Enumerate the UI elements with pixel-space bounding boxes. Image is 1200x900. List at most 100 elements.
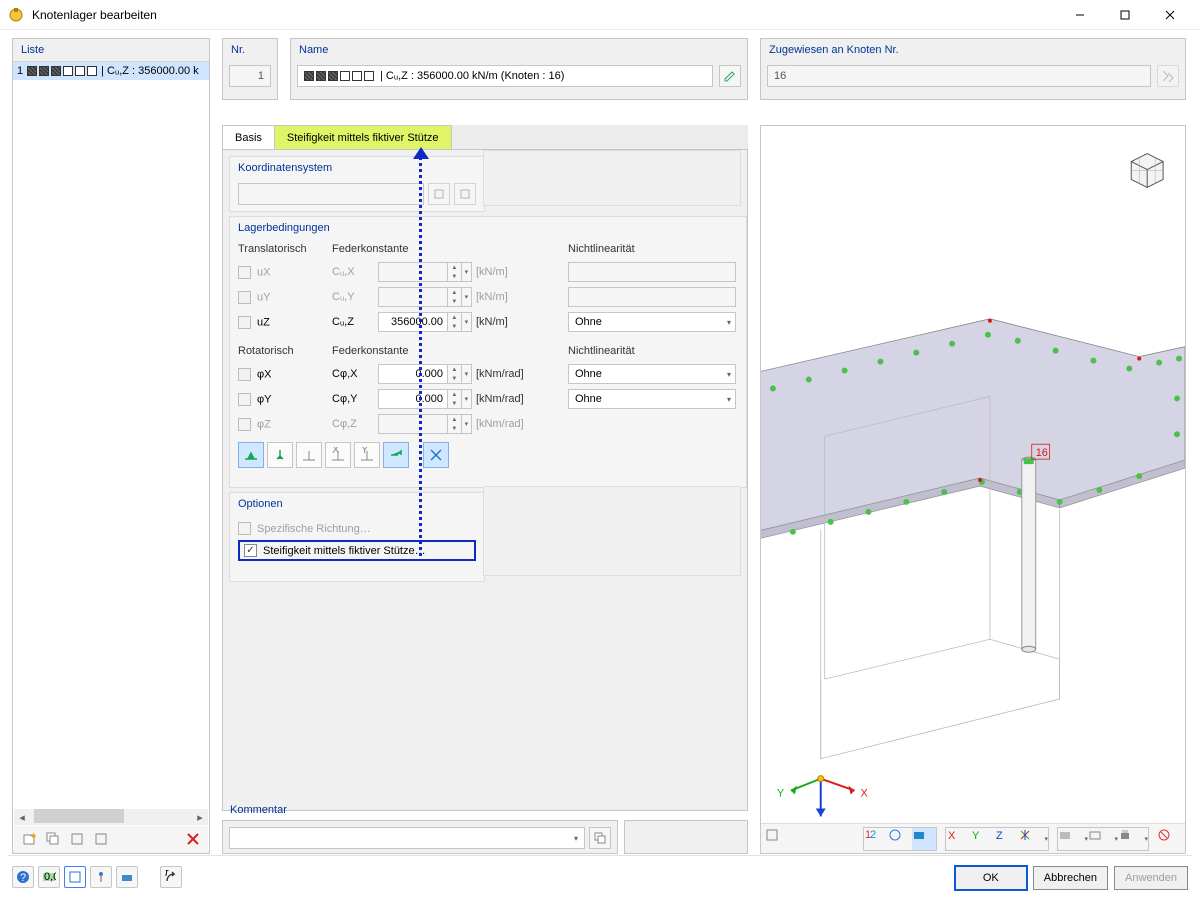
preview-toolbar: 12 X Y Z ▾ ▾ ▾ ▾ [761,823,1185,853]
axis-x-button[interactable]: X [946,828,970,850]
checkbox-ux[interactable] [238,266,251,279]
node-label: 16 [1036,447,1048,459]
footer-units-button[interactable]: 0,00 [38,866,60,888]
view-cube-icon [1131,154,1163,188]
list-scrollbar-horizontal[interactable]: ◂ ▸ [14,809,208,825]
tool-button-4[interactable] [90,828,112,850]
coord-right-pane [483,150,741,206]
view-style-2[interactable]: ▾ [1088,828,1118,850]
nonlin-px[interactable]: Ohne▾ [568,364,736,384]
comment-library-button[interactable] [589,827,611,849]
pick-node-button[interactable] [1157,65,1179,87]
center-panel: Koordinatensystem Lagerbedingungen Trans… [222,149,748,811]
comment-aux-pane [624,820,748,854]
window-minimize-button[interactable] [1057,0,1102,30]
comment-label: Kommentar [230,804,287,816]
new-item-button[interactable]: ✦ [18,828,40,850]
axis-z-button[interactable]: Z [994,828,1018,850]
window-maximize-button[interactable] [1102,0,1147,30]
options-group: Optionen Spezifische Richtung… Steifigke… [229,492,485,582]
coord-system-group: Koordinatensystem [229,156,485,212]
support-icon-6[interactable] [383,442,409,468]
ok-button[interactable]: OK [955,866,1027,890]
name-field[interactable]: | Cᵤ,Z : 356000.00 kN/m (Knoten : 16) [297,65,713,87]
checkbox-uy[interactable] [238,291,251,304]
list-header: Liste [13,39,209,62]
tool-button-3[interactable] [66,828,88,850]
nr-value[interactable]: 1 [229,65,271,87]
nonlin-uz[interactable]: Ohne▾ [568,312,736,332]
coord-system-select[interactable] [238,183,424,205]
assigned-field[interactable]: 16 [767,65,1151,87]
svg-text:X: X [948,830,956,842]
print-button[interactable]: ▾ [1118,828,1148,850]
spinner-ux[interactable]: ▲▼ [447,262,462,282]
axis-iso-button[interactable]: ▾ [1018,828,1048,850]
nonlin-ux[interactable] [568,262,736,282]
edit-name-button[interactable] [719,65,741,87]
svg-text:X: X [861,788,869,800]
footer-tool-5[interactable] [116,866,138,888]
footer-tool-3[interactable] [64,866,86,888]
support-icon-7[interactable] [423,442,449,468]
axis-y-button[interactable]: Y [970,828,994,850]
input-uz[interactable]: 356000.00 [378,312,448,332]
copy-item-button[interactable] [42,828,64,850]
options-right-pane [483,486,741,576]
tab-stiffness[interactable]: Steifigkeit mittels fiktiver Stütze [274,125,452,149]
svg-text:?: ? [20,872,26,884]
support-icon-2[interactable] [267,442,293,468]
svg-text:Y: Y [361,447,369,456]
name-label: Name [291,39,747,61]
list-item[interactable]: 1 | Cᵤ,Z : 356000.00 k [13,62,209,80]
svg-text:Z: Z [996,830,1003,842]
annotation-arrow-head [413,147,429,159]
input-py[interactable]: 0.000 [378,389,448,409]
preview-reset-button[interactable] [1157,828,1181,850]
tabs-bar: Basis Steifigkeit mittels fiktiver Stütz… [222,125,748,149]
footer-tool-4[interactable] [90,866,112,888]
input-pz[interactable] [378,414,448,434]
svg-text:X: X [332,447,340,456]
preview-display-1[interactable]: 12 [864,828,888,850]
footer-help-button[interactable]: ? [12,866,34,888]
cancel-button[interactable]: Abbrechen [1033,866,1108,890]
support-icon-1[interactable] [238,442,264,468]
nr-label: Nr. [223,39,277,61]
nonlin-uy[interactable] [568,287,736,307]
titlebar: Knotenlager bearbeiten [0,0,1200,30]
footer-tool-6[interactable]: f [160,866,182,888]
input-uy[interactable] [378,287,448,307]
support-icon-5[interactable]: Y [354,442,380,468]
checkbox-px[interactable] [238,368,251,381]
list-toolbar: ✦ [14,826,208,852]
coord-btn-1[interactable] [428,183,450,205]
apply-button[interactable]: Anwenden [1114,866,1188,890]
delete-item-button[interactable] [182,828,204,850]
list-panel: Liste 1 | Cᵤ,Z : 356000.00 k ◂ ▸ ✦ [12,38,210,854]
window-close-button[interactable] [1147,0,1192,30]
support-icon-3[interactable] [296,442,322,468]
checkbox-py[interactable] [238,393,251,406]
preview-tool-1[interactable] [765,828,789,850]
option-specific-direction[interactable]: Spezifische Richtung… [238,519,476,538]
checkbox-pz[interactable] [238,418,251,431]
input-px[interactable]: 0.000 [378,364,448,384]
preview-display-3[interactable] [912,828,936,850]
nonlin-py[interactable]: Ohne▾ [568,389,736,409]
checkbox-uz[interactable] [238,316,251,329]
input-ux[interactable] [378,262,448,282]
tab-basis[interactable]: Basis [222,125,275,149]
3d-preview-panel[interactable]: 16 X Y Z 12 X Y [760,125,1186,854]
support-type-toolbar: X Y [238,442,738,468]
svg-text:Y: Y [777,788,785,800]
coord-btn-2[interactable] [454,183,476,205]
support-icon-4[interactable]: X [325,442,351,468]
name-panel: Name | Cᵤ,Z : 356000.00 kN/m (Knoten : 1… [290,38,748,100]
option-stiffness-column[interactable]: Steifigkeit mittels fiktiver Stütze… [238,540,476,561]
preview-display-2[interactable] [888,828,912,850]
footer-toolbar: ? 0,00 f [12,864,182,890]
assigned-label: Zugewiesen an Knoten Nr. [761,39,1185,61]
comment-select[interactable]: ▾ [229,827,585,849]
view-style-1[interactable]: ▾ [1058,828,1088,850]
